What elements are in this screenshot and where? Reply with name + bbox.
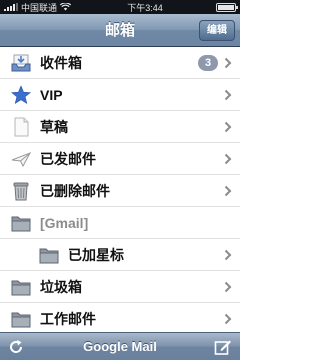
folder-icon [10, 308, 32, 330]
unread-count-badge: 3 [198, 55, 218, 71]
chevron-right-icon [224, 313, 232, 325]
mailbox-trash[interactable]: 已删除邮件 [0, 175, 240, 207]
mailbox-drafts[interactable]: 草稿 [0, 111, 240, 143]
document-icon [10, 116, 32, 138]
chevron-right-icon [224, 57, 232, 69]
mailbox-work[interactable]: 工作邮件 [0, 303, 240, 335]
mailbox-label: 已删除邮件 [40, 182, 110, 199]
inbox-tray-icon [10, 52, 32, 74]
carrier-name: 中国联通 [21, 2, 58, 13]
mailbox-label: 工作邮件 [40, 310, 96, 327]
folder-icon [38, 244, 60, 266]
mailbox-label: 已加星标 [68, 246, 124, 263]
mailbox-label: 草稿 [40, 118, 68, 135]
mailbox-gmail-group: [Gmail] [0, 207, 240, 239]
paper-plane-icon [10, 148, 32, 170]
mailbox-label: 已发邮件 [40, 150, 96, 167]
compose-icon[interactable] [214, 338, 232, 356]
folder-icon [10, 276, 32, 298]
nav-bar: 邮箱 编辑 [0, 14, 240, 47]
star-icon [10, 84, 32, 106]
mailbox-starred[interactable]: 已加星标 [0, 239, 240, 271]
mailbox-inbox[interactable]: 收件箱 3 [0, 47, 240, 79]
chevron-right-icon [224, 281, 232, 293]
status-bar: 中国联通 下午3:44 [0, 0, 240, 14]
chevron-right-icon [224, 185, 232, 197]
folder-icon [10, 212, 32, 234]
mailbox-label: VIP [40, 86, 63, 103]
bottom-toolbar: Google Mail [0, 332, 240, 360]
trash-can-icon [10, 180, 32, 202]
mailbox-label: [Gmail] [40, 214, 89, 231]
mailbox-vip[interactable]: VIP [0, 79, 240, 111]
mailbox-list: 收件箱 3 VIP 草稿 已发邮件 已删除邮件 [Gmail] 已加星标 垃圾箱… [0, 47, 240, 335]
account-name: Google Mail [83, 339, 157, 354]
signal-strength-icon [4, 3, 18, 11]
mailbox-junk[interactable]: 垃圾箱 [0, 271, 240, 303]
chevron-right-icon [224, 89, 232, 101]
battery-icon [216, 2, 238, 12]
chevron-right-icon [224, 153, 232, 165]
mailbox-sent[interactable]: 已发邮件 [0, 143, 240, 175]
chevron-right-icon [224, 121, 232, 133]
status-time: 下午3:44 [127, 2, 163, 13]
chevron-right-icon [224, 249, 232, 261]
mailbox-label: 垃圾箱 [40, 278, 82, 295]
edit-button[interactable]: 编辑 [199, 20, 235, 41]
wifi-icon [60, 3, 72, 11]
